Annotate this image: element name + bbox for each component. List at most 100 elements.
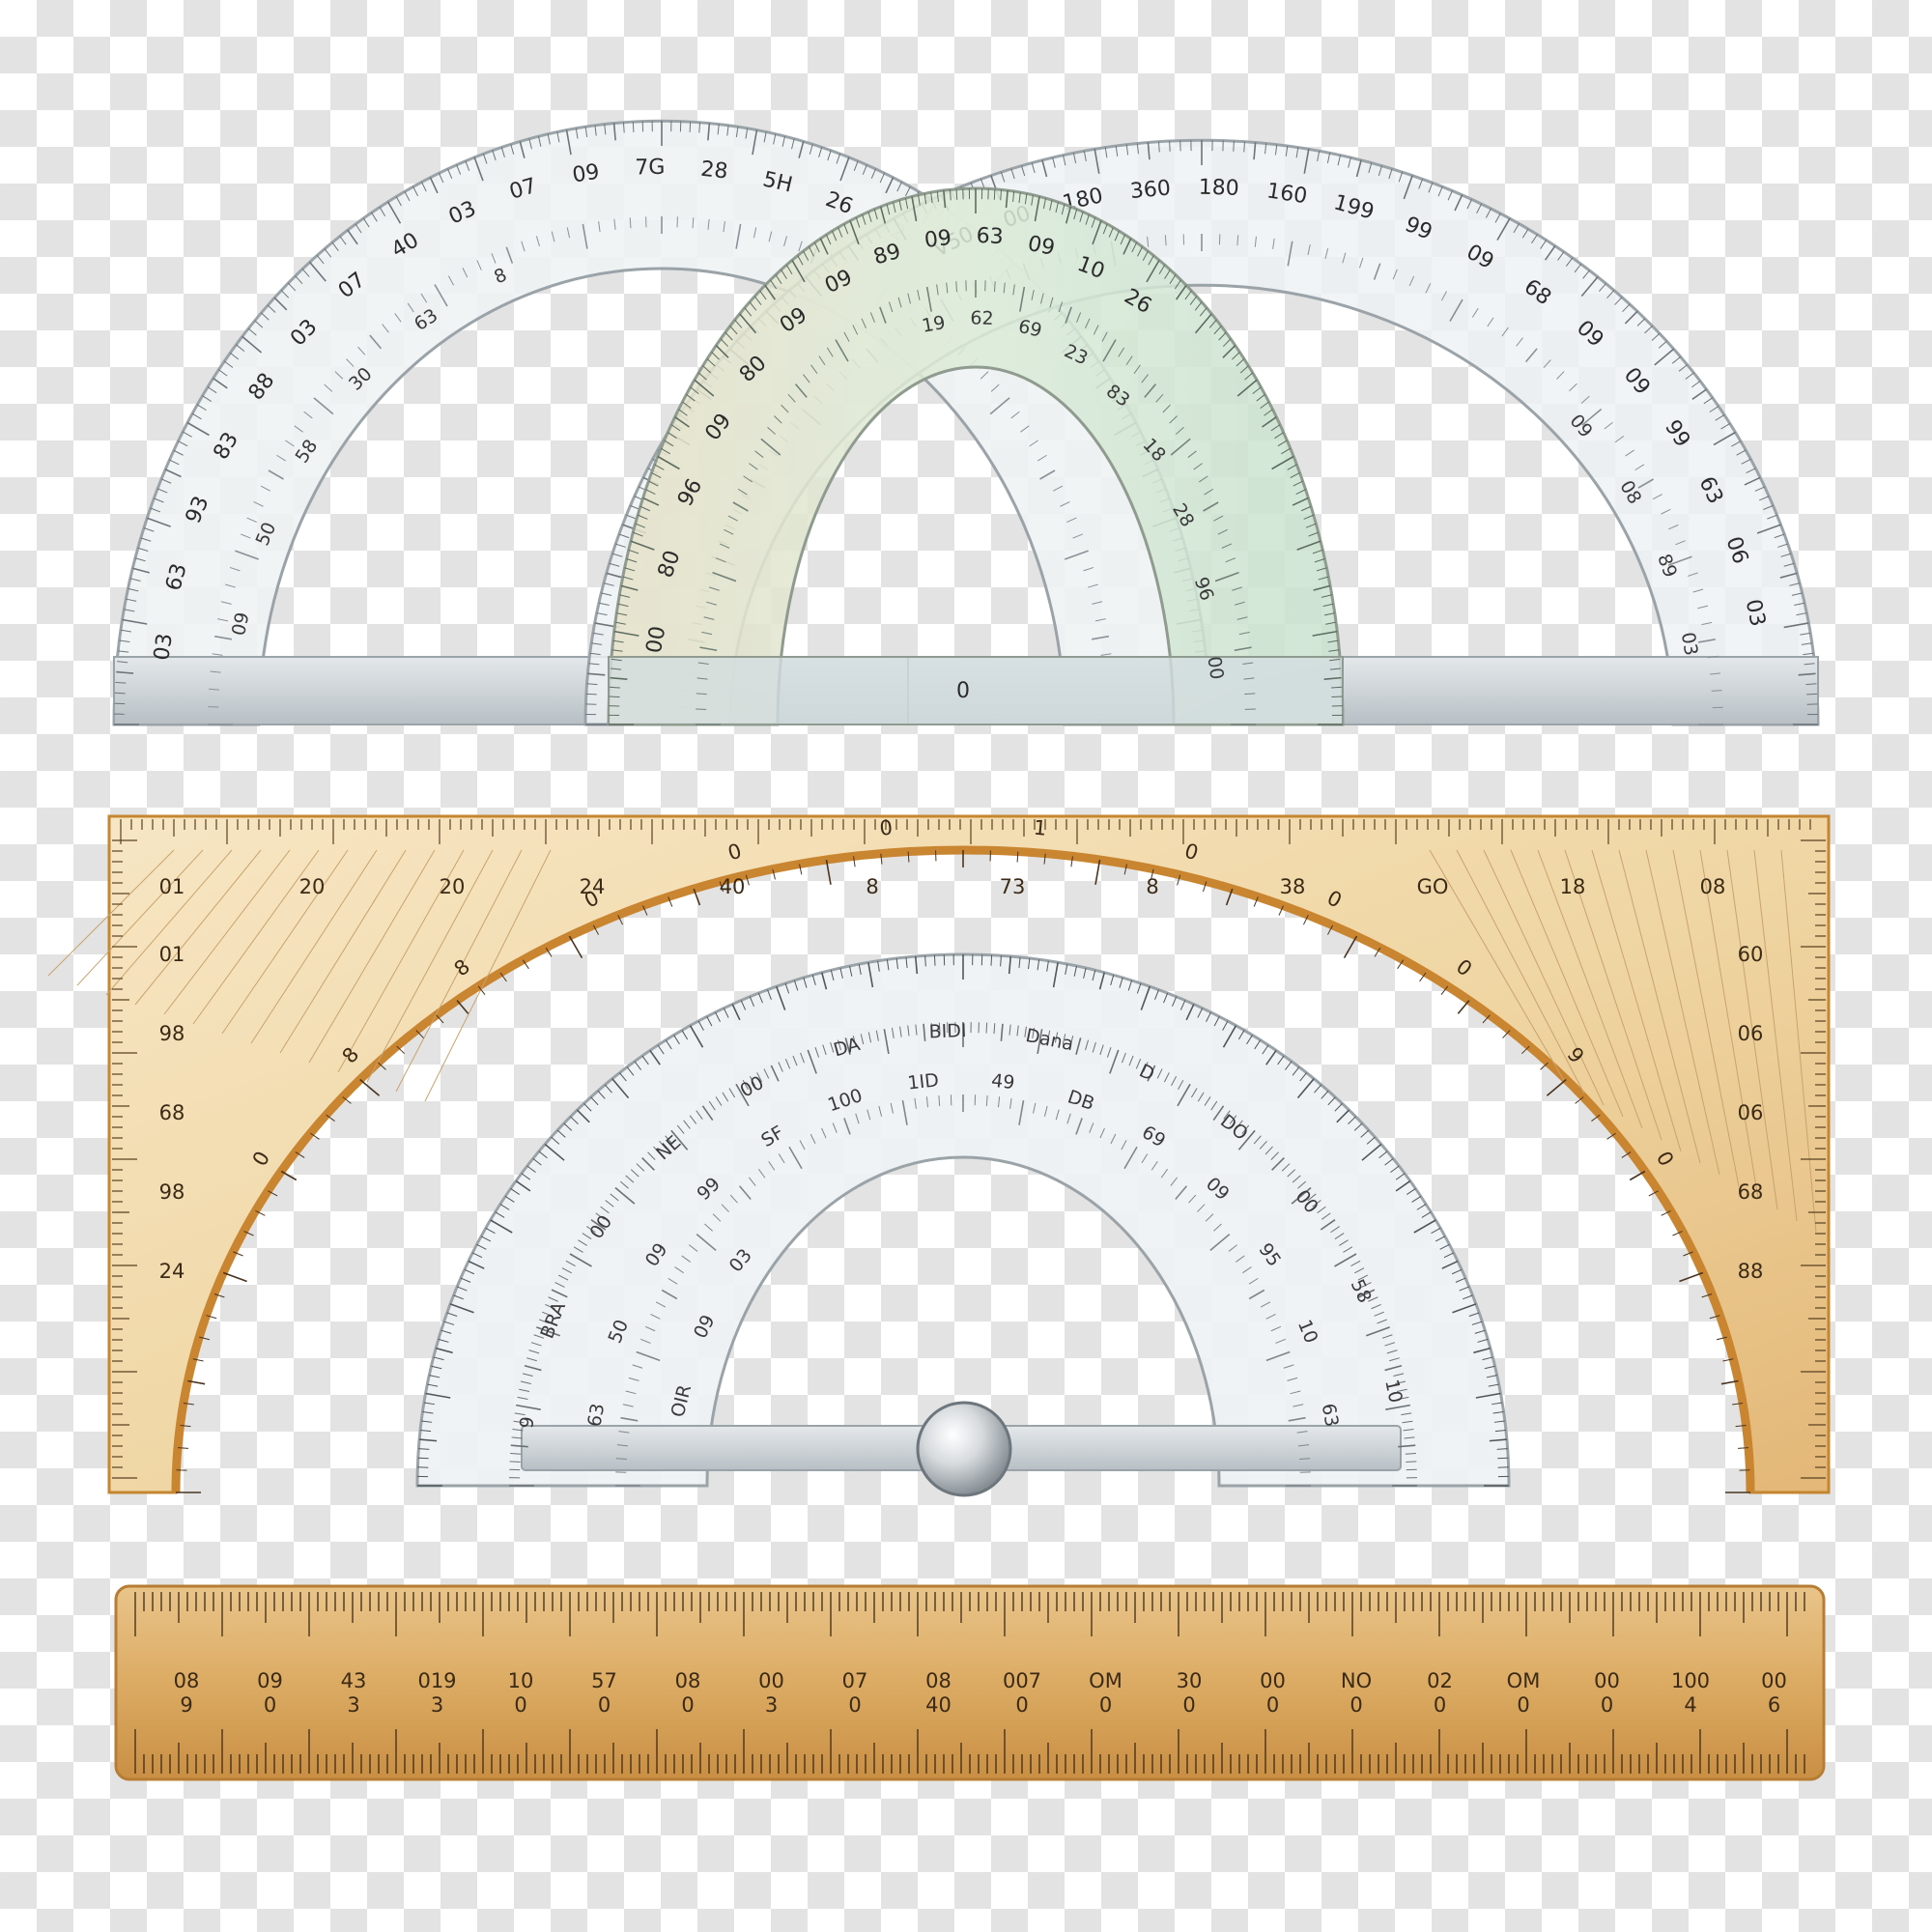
straight-ruler-sub-label: 40: [925, 1693, 952, 1717]
straight-ruler-sub-label: 0: [1601, 1693, 1613, 1717]
straight-ruler-sub-label: 0: [1266, 1693, 1279, 1717]
wood-protractor-left-label: 98: [159, 1180, 185, 1204]
wood-protractor-top-label: 20: [440, 875, 466, 898]
straight-ruler-sub-label: 0: [264, 1693, 276, 1717]
protractor-left-tick: [689, 121, 692, 132]
straight-ruler-sub-label: 0: [514, 1693, 526, 1717]
protractor-green-label: 62: [970, 307, 994, 329]
wood-protractor-top-label: GO: [1417, 875, 1449, 898]
wood-protractor-tick: [456, 1000, 469, 1014]
wood-protractor-top-label: 40: [720, 875, 746, 898]
wood-protractor-top-label: 8: [866, 875, 878, 898]
wood-protractor-tick: [568, 935, 583, 959]
protractor-right-label: 360: [1129, 176, 1172, 204]
straight-ruler-label: 10: [508, 1669, 534, 1692]
straight-ruler-label: OM: [1507, 1669, 1541, 1692]
straight-ruler-label: 09: [257, 1669, 283, 1692]
wood-protractor-top-label: 01: [159, 875, 185, 898]
protractor-left-tick: [114, 692, 126, 695]
protractor-green-label: 63: [976, 224, 1004, 249]
wood-protractor-right-label: 60: [1738, 943, 1764, 966]
small-protractor-tick: [417, 1457, 429, 1460]
wood-protractor-tick: [1629, 1170, 1646, 1181]
straight-ruler-sub-label: 0: [1350, 1693, 1362, 1717]
straight-ruler-sub-label: 3: [347, 1693, 359, 1717]
wood-protractor-tick: [1679, 1271, 1704, 1283]
straight-ruler-sub-label: 3: [431, 1693, 443, 1717]
straight-ruler-label: 07: [842, 1669, 868, 1692]
small-protractor: 9BRA00NE00DABIDI DanaDDO00581063500999SF1…: [415, 952, 1511, 1497]
straight-ruler-label: 08: [925, 1669, 952, 1692]
protractor-green-label: 09: [923, 226, 953, 253]
protractor-right-label: 03: [1677, 631, 1702, 658]
wood-protractor-tick: [280, 1170, 298, 1181]
wood-protractor-right-label: 06: [1738, 1101, 1764, 1124]
small-protractor-tick: [933, 954, 936, 966]
wood-protractor-right-label: 06: [1738, 1022, 1764, 1045]
straight-ruler-label: 30: [1177, 1669, 1203, 1692]
protractor-left-label: 7G: [635, 156, 666, 181]
straight-ruler-label: 00: [758, 1669, 784, 1692]
wood-protractor-arc-label: 1: [1033, 816, 1048, 840]
straight-ruler-label: 57: [591, 1669, 617, 1692]
straight-ruler: 089090433019310057008000307008400070OM03…: [114, 1584, 1826, 1781]
straight-ruler-label: 08: [675, 1669, 701, 1692]
small-protractor-label: 63: [1318, 1402, 1343, 1429]
wood-protractor-top-label: 18: [1560, 875, 1586, 898]
protractor-right-label: 180: [1198, 176, 1239, 201]
protractor-right-tick: [1806, 693, 1818, 696]
small-protractor-tick: [1497, 1457, 1509, 1460]
protractor-green-tick: [993, 188, 996, 200]
straight-ruler-label: 00: [1260, 1669, 1286, 1692]
straight-ruler-sub-label: 0: [1517, 1693, 1529, 1717]
wood-protractor-top-label: 20: [299, 875, 326, 898]
straight-ruler-label: NO: [1341, 1669, 1372, 1692]
wood-protractor-tick: [222, 1271, 247, 1283]
wood-protractor-top-label: 8: [1146, 875, 1158, 898]
protractor-green-label: 00: [1203, 655, 1227, 681]
straight-ruler-sub-label: 6: [1768, 1693, 1780, 1717]
wood-protractor-right-label: 68: [1738, 1180, 1764, 1204]
protractor-left-label: 28: [699, 157, 728, 185]
straight-ruler-label: 00: [1594, 1669, 1620, 1692]
straight-ruler-sub-label: 0: [681, 1693, 694, 1717]
wood-protractor-tick: [1546, 1078, 1567, 1096]
wood-protractor-top-label: 38: [1280, 875, 1306, 898]
small-protractor-label: 1ID: [906, 1069, 940, 1094]
protractor-green-tick: [609, 696, 620, 698]
pivot-knob[interactable]: [916, 1401, 1012, 1497]
protractor-green-label: 00: [642, 624, 670, 655]
straight-ruler-body: [114, 1584, 1826, 1781]
protractor-green-tick: [1331, 696, 1343, 698]
protractor-left-label: 09: [571, 160, 601, 188]
small-protractor-tick: [985, 1022, 988, 1034]
straight-ruler-sub-label: 9: [180, 1693, 192, 1717]
wood-protractor-arc-label: 0: [878, 816, 894, 840]
straight-ruler-sub-label: 0: [598, 1693, 611, 1717]
wood-protractor-tick: [1343, 935, 1358, 959]
small-protractor-tick: [1406, 1461, 1417, 1463]
straight-ruler-label: 02: [1427, 1669, 1453, 1692]
protractor-green-zero-label: 0: [956, 679, 970, 703]
wood-protractor-tick: [359, 1078, 381, 1096]
protractor-illustration: 03639383880307400307097G285H262095058306…: [47, 119, 1831, 1781]
protractor-green-label: 19: [921, 312, 948, 337]
small-protractor-label: 63: [583, 1402, 609, 1429]
small-protractor-label: 49: [990, 1070, 1015, 1094]
wood-protractor-left-label: 24: [159, 1260, 185, 1283]
straight-ruler-sub-label: 0: [1015, 1693, 1028, 1717]
straight-ruler-label: 100: [1671, 1669, 1710, 1692]
straight-ruler-sub-label: 4: [1684, 1693, 1696, 1717]
wood-protractor-left-label: 98: [159, 1022, 185, 1045]
straight-ruler-sub-label: 0: [1099, 1693, 1112, 1717]
straight-ruler-label: 43: [341, 1669, 367, 1692]
protractor-green-base: [608, 656, 1344, 725]
protractor-left-tick: [632, 121, 635, 132]
protractor-left-label: 03: [150, 632, 178, 662]
protractor-right-tick: [1233, 140, 1235, 152]
wood-protractor-left-label: 01: [159, 943, 185, 966]
straight-ruler-label: OM: [1089, 1669, 1122, 1692]
small-protractor-label: BIDI: [928, 1020, 967, 1042]
straight-ruler-label: 08: [174, 1669, 200, 1692]
protractor-right-tick: [1169, 140, 1171, 152]
